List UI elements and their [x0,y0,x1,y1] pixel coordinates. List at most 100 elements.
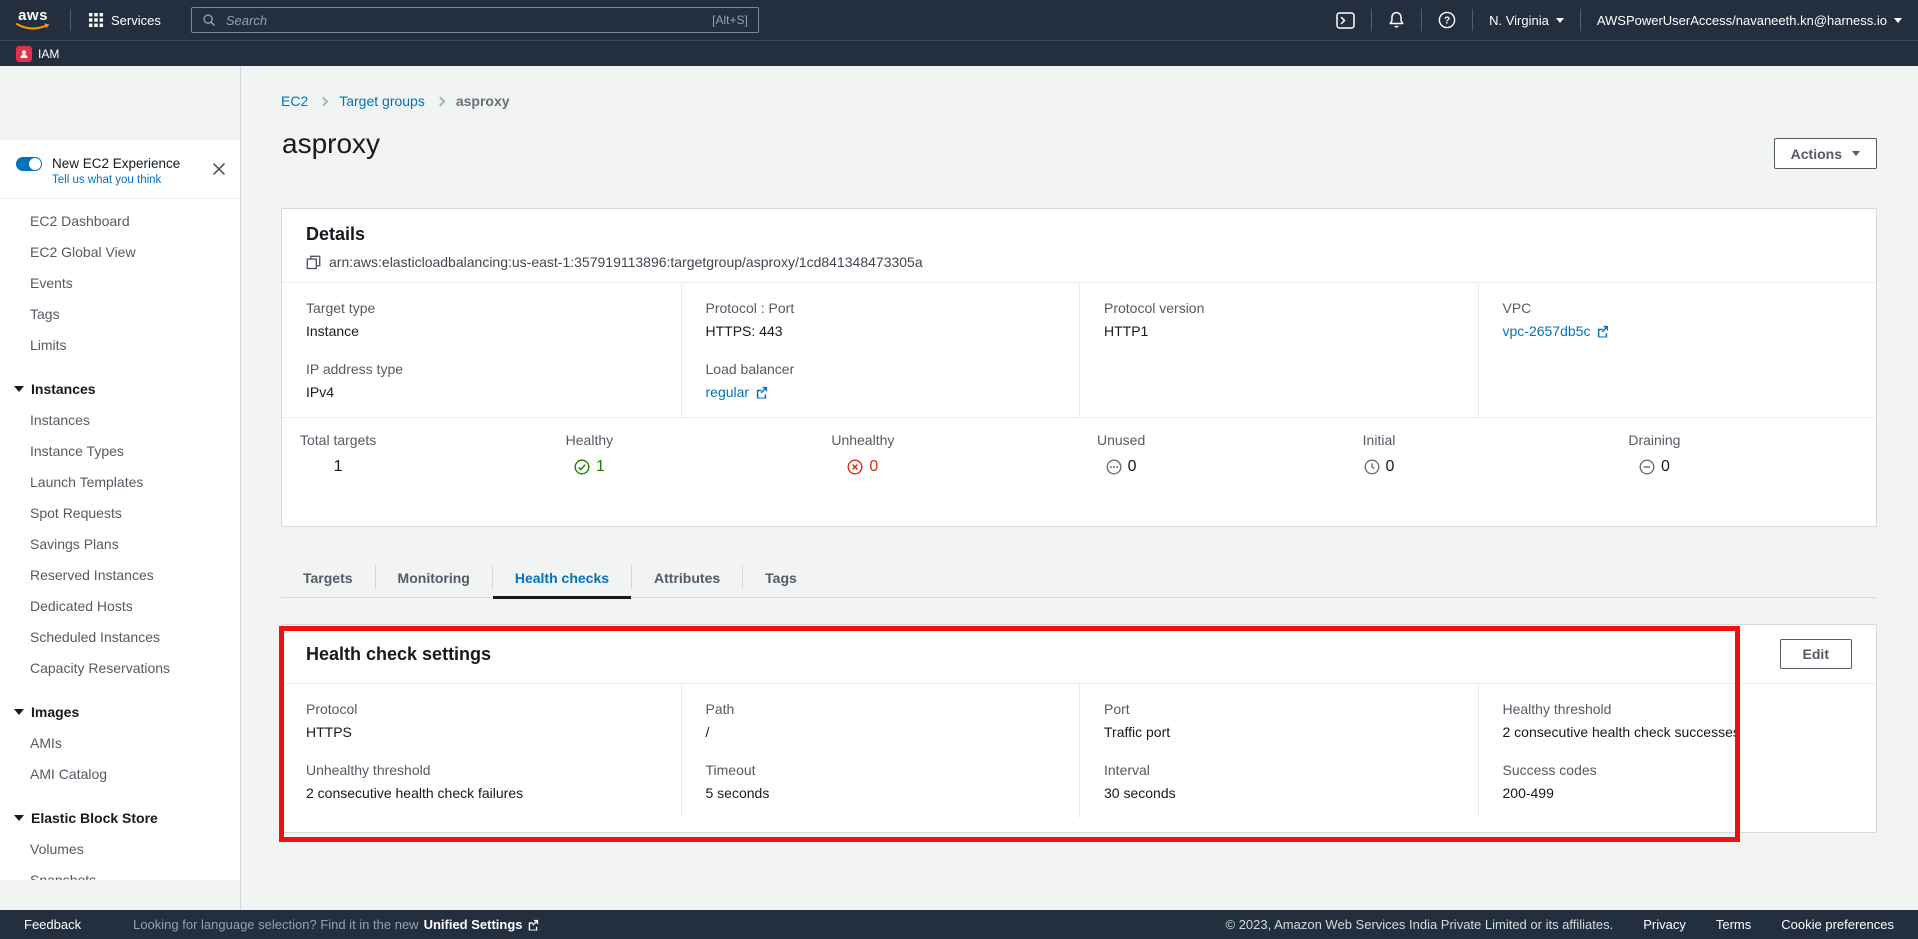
chevron-down-icon [1852,151,1860,156]
account-menu[interactable]: AWSPowerUserAccess/navaneeth.kn@harness.… [1581,0,1918,40]
section-title: Instances [31,381,96,397]
sidebar-item-launch-templates[interactable]: Launch Templates [0,466,240,497]
sidebar-item-capacity-reservations[interactable]: Capacity Reservations [0,652,240,683]
services-menu-button[interactable]: Services [77,0,173,40]
field-value: 200-499 [1503,785,1853,801]
actions-button[interactable]: Actions [1774,138,1877,169]
notifications-button[interactable] [1372,0,1421,40]
details-fields: Target type Instance IP address type IPv… [282,282,1876,417]
sidebar-item-ec2-global-view[interactable]: EC2 Global View [0,236,240,267]
field-label: Port [1104,701,1454,717]
aws-smile-icon [16,22,50,31]
triangle-down-icon [14,815,24,821]
field-value: HTTPS [306,724,657,740]
stat-healthy: Healthy 1 [548,418,814,494]
close-sidebar-button[interactable] [212,162,226,176]
load-balancer-link[interactable]: regular [706,384,769,400]
field-protocol-version: Protocol version HTTP1 [1104,300,1454,339]
tab-attributes[interactable]: Attributes [632,561,742,599]
aws-logo[interactable]: aws [16,9,50,31]
sidebar-item-events[interactable]: Events [0,267,240,298]
details-card: Details arn:aws:elasticloadbalancing:us-… [281,208,1877,527]
breadcrumb-target-groups[interactable]: Target groups [339,93,425,109]
region-selector[interactable]: N. Virginia [1473,0,1580,40]
cloudshell-button[interactable] [1320,0,1371,40]
console-footer: Feedback Looking for language selection?… [0,910,1918,939]
feedback-button[interactable]: Feedback [24,917,81,932]
stat-count: 0 [869,458,878,476]
details-title: Details [306,224,1852,245]
cloudshell-terminal-icon [1336,12,1355,29]
stat-label: Unhealthy [831,432,894,448]
page-title: asproxy [282,128,380,160]
sidebar-item-limits[interactable]: Limits [0,329,240,360]
search-input[interactable] [224,12,704,29]
global-search[interactable]: [Alt+S] [191,7,759,33]
sidebar-item-ami-catalog[interactable]: AMI Catalog [0,758,240,789]
copy-icon[interactable] [306,255,321,270]
health-check-settings-card: Health check settings Edit Protocol HTTP… [281,624,1877,833]
sidebar-item-spot-requests[interactable]: Spot Requests [0,497,240,528]
stat-total-targets: Total targets 1 [282,418,548,494]
field-value: 5 seconds [706,785,1056,801]
target-group-arn: arn:aws:elasticloadbalancing:us-east-1:3… [329,254,923,270]
sidebar-item-volumes[interactable]: Volumes [0,833,240,864]
field-load-balancer: Load balancer regular [706,361,1056,400]
tab-monitoring[interactable]: Monitoring [376,561,492,599]
sidebar-section-instances[interactable]: Instances [0,374,240,404]
sidebar-section-elastic-block-store[interactable]: Elastic Block Store [0,803,240,833]
divider [70,9,71,31]
tab-tags[interactable]: Tags [743,561,819,599]
account-label: AWSPowerUserAccess/navaneeth.kn@harness.… [1597,13,1887,28]
edit-button[interactable]: Edit [1780,639,1852,669]
favorite-iam[interactable]: IAM [16,46,59,62]
unified-settings-link[interactable]: Unified Settings [424,917,539,932]
stat-initial: Initial 0 [1345,418,1611,494]
aws-logo-text: aws [18,9,48,22]
sidebar-item-savings-plans[interactable]: Savings Plans [0,528,240,559]
stat-count: 0 [1661,458,1670,476]
grid-icon [89,13,103,27]
breadcrumb-current: asproxy [456,93,510,109]
tab-health-checks[interactable]: Health checks [493,561,631,599]
x-circle-icon [847,459,863,475]
sidebar-section-images[interactable]: Images [0,697,240,727]
sidebar-item-scheduled-instances[interactable]: Scheduled Instances [0,621,240,652]
field-label: IP address type [306,361,657,377]
new-experience-toggle[interactable] [16,157,42,171]
sidebar-item-tags[interactable]: Tags [0,298,240,329]
cookie-preferences-link[interactable]: Cookie preferences [1781,917,1894,932]
copyright-text: © 2023, Amazon Web Services India Privat… [1226,917,1614,932]
external-link-icon [527,919,539,931]
chevron-down-icon [1894,18,1902,23]
stat-count: 1 [334,458,343,476]
external-link-icon [1596,325,1609,338]
breadcrumb-ec2[interactable]: EC2 [281,93,308,109]
terms-link[interactable]: Terms [1716,917,1751,932]
field-path: Path / [706,701,1056,740]
tab-targets[interactable]: Targets [281,561,375,599]
field-healthy-threshold: Healthy threshold 2 consecutive health c… [1503,701,1853,740]
language-selection-text: Looking for language selection? Find it … [133,917,418,932]
sidebar-item-instance-types[interactable]: Instance Types [0,435,240,466]
sidebar-item-reserved-instances[interactable]: Reserved Instances [0,559,240,590]
field-value: Traffic port [1104,724,1454,740]
sidebar-item-instances[interactable]: Instances [0,404,240,435]
field-interval: Interval 30 seconds [1104,762,1454,801]
chevron-down-icon [1556,18,1564,23]
sidebar-item-snapshots[interactable]: Snapshots [0,864,240,880]
ec2-sidebar: New EC2 Experience Tell us what you thin… [0,140,240,880]
sidebar-item-ec2-dashboard[interactable]: EC2 Dashboard [0,205,240,236]
close-icon [212,162,226,176]
field-target-type: Target type Instance [306,300,657,339]
privacy-link[interactable]: Privacy [1643,917,1686,932]
sidebar-item-dedicated-hosts[interactable]: Dedicated Hosts [0,590,240,621]
stat-label: Draining [1628,432,1680,448]
feedback-link[interactable]: Tell us what you think [52,174,224,186]
sidebar-item-amis[interactable]: AMIs [0,727,240,758]
field-label: Protocol [306,701,657,717]
vpc-link[interactable]: vpc-2657db5c [1503,323,1610,339]
help-button[interactable]: ? [1422,0,1472,40]
stat-label: Total targets [300,432,376,448]
region-label: N. Virginia [1489,13,1549,28]
